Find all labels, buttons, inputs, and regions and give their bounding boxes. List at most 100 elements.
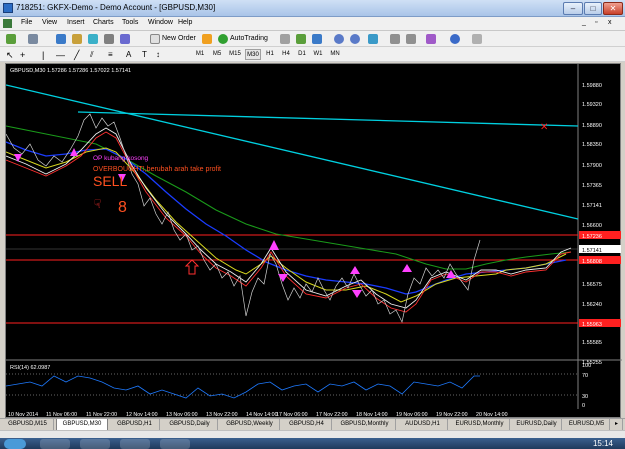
taskbar: 15:14 (0, 438, 625, 449)
menu-insert[interactable]: Insert (67, 19, 85, 26)
signal-markers (14, 148, 456, 298)
tile-windows-icon[interactable] (368, 34, 378, 44)
sell-label: SELL (93, 173, 127, 189)
title-bar: 718251: GKFX-Demo - Demo Account - [GBPU… (0, 0, 625, 17)
ma-yellow (6, 147, 567, 303)
menu-charts[interactable]: Charts (93, 19, 114, 26)
sell-signal-arrow (278, 274, 288, 282)
taskbar-app[interactable] (80, 439, 110, 449)
status-bar (0, 430, 625, 438)
zoom-in-icon[interactable] (334, 34, 344, 44)
standard-toolbar: New Order AutoTrading ⌕ (0, 31, 625, 76)
taskbar-app[interactable] (160, 439, 190, 449)
price-chart[interactable]: ✕ ☟ OP kubang kosong OVERBOUGHT!,berubah… (6, 64, 622, 419)
rsi-axis-label: 100 (582, 363, 591, 369)
autoscroll-icon[interactable] (406, 34, 416, 44)
taskbar-app[interactable] (120, 439, 150, 449)
horizontal-line-icon[interactable]: — (56, 49, 65, 61)
fibonacci-icon[interactable]: ≡ (108, 49, 113, 61)
terminal-icon[interactable] (104, 34, 114, 44)
equidistant-channel-icon[interactable]: ⫽ (90, 49, 94, 61)
periods-icon[interactable] (450, 34, 460, 44)
autotrading-button[interactable]: AutoTrading (230, 33, 268, 45)
market-watch-icon[interactable] (56, 34, 66, 44)
thumbs-down-icon: ☟ (94, 197, 101, 211)
new-order-button[interactable]: New Order (162, 33, 196, 45)
chart-header: GBPUSD,M30 1.57286 1.57286 1.57022 1.571… (10, 68, 131, 74)
lower-support-price: 1.55963 (582, 322, 602, 328)
timeframe-h4[interactable]: H4 (279, 49, 293, 60)
menu-bar: File View Insert Charts Tools Window Hel… (0, 17, 625, 31)
templates-icon[interactable] (472, 34, 482, 44)
price-label: 1.59320 (582, 102, 602, 108)
data-window-icon[interactable] (72, 34, 82, 44)
ma-red (6, 131, 572, 313)
cursor-icon[interactable]: ↖ (6, 49, 14, 61)
navigator-icon[interactable] (88, 34, 98, 44)
new-order-icon (150, 34, 160, 44)
mdi-minimize-button[interactable]: _ (582, 19, 586, 26)
window-title: 718251: GKFX-Demo - Demo Account - [GBPU… (16, 3, 216, 12)
menu-window[interactable]: Window (148, 19, 173, 26)
price-label: 1.58890 (582, 123, 602, 129)
chart-shift-icon[interactable] (390, 34, 400, 44)
price-label: 1.55585 (582, 340, 602, 346)
mdi-close-button[interactable]: x (608, 19, 612, 26)
indicators-icon[interactable] (426, 34, 436, 44)
minimize-button[interactable]: – (563, 2, 583, 15)
taskbar-app[interactable] (40, 439, 70, 449)
close-button[interactable]: ✕ (603, 2, 623, 15)
resistance-price: 1.57236 (582, 234, 602, 240)
rsi-label: RSI(14) 62.0987 (10, 365, 50, 371)
support-price: 1.56808 (582, 259, 602, 265)
price-label: 1.58350 (582, 142, 602, 148)
zoom-out-icon[interactable] (350, 34, 360, 44)
timeframe-m30[interactable]: M30 (245, 49, 261, 60)
trendline-icon[interactable]: ╱ (74, 49, 79, 61)
bar-chart-icon[interactable] (280, 34, 290, 44)
timeframe-h1[interactable]: H1 (263, 49, 277, 60)
timeframe-m1[interactable]: M1 (193, 49, 207, 60)
text-icon[interactable]: A (126, 49, 131, 61)
price-bars (6, 113, 481, 324)
tester-icon[interactable] (120, 34, 130, 44)
timeframe-m15[interactable]: M15 (227, 49, 243, 60)
taskbar-clock: 15:14 (592, 439, 613, 448)
menu-help[interactable]: Help (178, 19, 192, 26)
vertical-line-icon[interactable]: | (42, 49, 44, 61)
trendline-down (6, 84, 579, 220)
ma-white (6, 127, 572, 309)
mdi-restore-button[interactable]: ▫ (595, 19, 597, 26)
timeframe-mn[interactable]: MN (327, 49, 343, 60)
timeframe-m5[interactable]: M5 (210, 49, 224, 60)
buy-signal-arrow (402, 264, 412, 272)
app-icon (3, 3, 13, 13)
arrows-icon[interactable]: ↕ (156, 49, 160, 61)
line-chart-icon[interactable] (312, 34, 322, 44)
profiles-icon[interactable] (28, 34, 38, 44)
start-button[interactable] (4, 439, 26, 449)
maximize-button[interactable]: □ (584, 2, 602, 15)
menu-file[interactable]: File (21, 19, 32, 26)
chart-tabs: GBPUSD,M15 GBPUSD,M30 GBPUSD,H1 GBPUSD,D… (0, 418, 625, 431)
text-label-icon[interactable]: T (142, 49, 147, 61)
annotation-op: OP kubang kosong (93, 155, 149, 162)
price-label: 1.59880 (582, 83, 602, 89)
menu-tools[interactable]: Tools (122, 19, 138, 26)
crosshair-icon[interactable]: + (20, 49, 25, 61)
chart-window[interactable]: ✕ ☟ OP kubang kosong OVERBOUGHT!,berubah… (5, 63, 622, 419)
annotation-overbought: OVERBOUGHT!,berubah arah take profit (93, 166, 221, 173)
timeframe-w1[interactable]: W1 (311, 49, 325, 60)
new-chart-icon[interactable] (6, 34, 16, 44)
meta-editor-icon[interactable] (202, 34, 212, 44)
buy-signal-arrow (350, 266, 360, 274)
sell-number: 8 (118, 199, 127, 216)
menu-view[interactable]: View (42, 19, 57, 26)
price-label: 1.56240 (582, 302, 602, 308)
timeframe-d1[interactable]: D1 (295, 49, 309, 60)
sell-signal-arrow (352, 290, 362, 298)
autotrading-icon (218, 34, 228, 44)
up-arrow-marker (184, 259, 200, 275)
candlestick-icon[interactable] (296, 34, 306, 44)
document-icon (3, 19, 12, 28)
